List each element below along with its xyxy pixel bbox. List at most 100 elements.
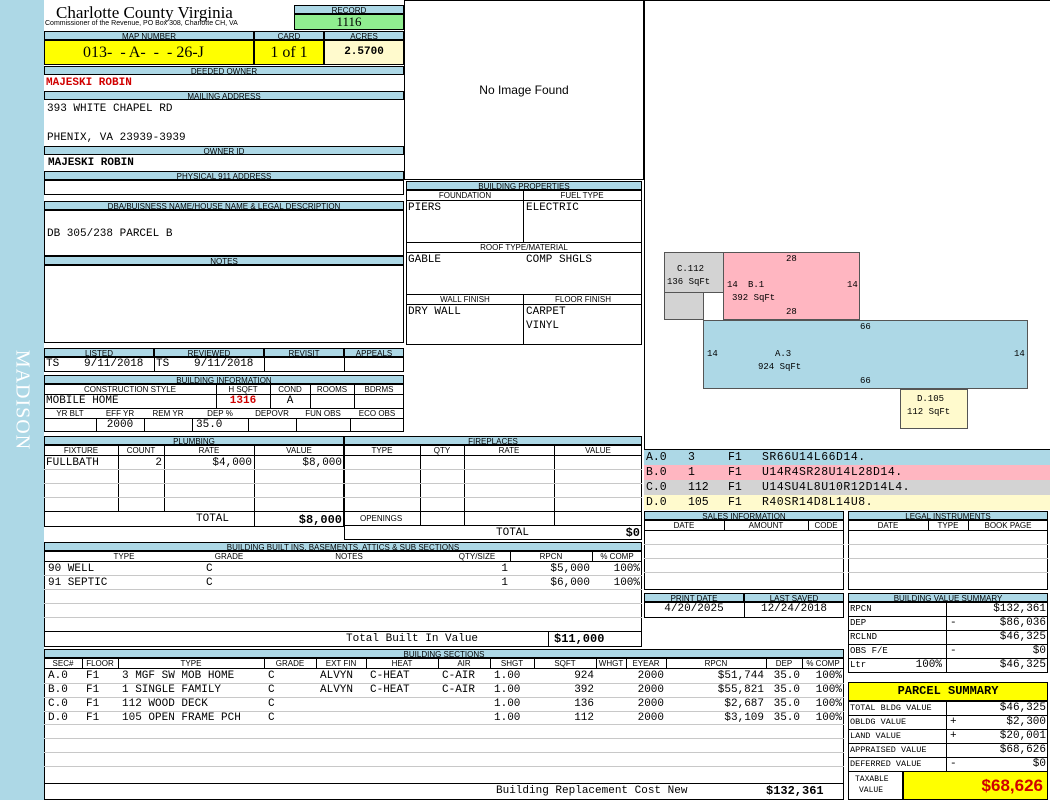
floor-finish-1: CARPET xyxy=(526,306,566,318)
building-properties-box xyxy=(406,190,642,345)
sales-col-date: DATE xyxy=(673,521,695,530)
deeded-owner-label: DEEDED OWNER xyxy=(44,66,404,75)
section-cell-heat: C-HEAT xyxy=(370,670,410,682)
foundation-label: FOUNDATION xyxy=(438,191,492,200)
cond-label: COND xyxy=(278,385,302,394)
sections-col-header: TYPE xyxy=(180,659,202,668)
sections-col-header: EXT FIN xyxy=(325,659,357,668)
builtin-comp-2: 100% xyxy=(613,577,640,589)
section-cell-sec: D.0 xyxy=(48,712,68,724)
address-line-2: PHENIX, VA 23939-3939 xyxy=(47,132,186,144)
column-divider xyxy=(946,743,947,758)
revisit-label: REVISIT xyxy=(264,348,344,357)
listed-date: 9/11/2018 xyxy=(84,358,144,370)
vector-row: C.0 112 F1 U14SU4L8U10R12D14L4. xyxy=(644,480,1050,495)
vector-code: U14R4SR28U14L28D14. xyxy=(762,466,903,479)
sections-total-label: Building Replacement Cost New xyxy=(496,785,688,797)
column-divider xyxy=(118,658,119,668)
builtin-grade-1: C xyxy=(206,563,213,575)
taxable-label-1: TAXABLE xyxy=(855,775,889,784)
print-date: 4/20/2025 xyxy=(664,603,724,615)
vector-code: SR66U14L66D14. xyxy=(762,451,866,464)
value-summary-label: RCLND xyxy=(850,632,878,642)
sections-col-header: SQFT xyxy=(554,659,576,668)
vector-floor: F1 xyxy=(728,451,742,464)
builtins-col-comp: % COMP xyxy=(600,552,634,561)
sections-col-header: WHGT xyxy=(598,659,624,668)
reviewed-label: REVIEWED xyxy=(154,348,264,357)
no-image-text: No Image Found xyxy=(479,83,569,97)
builtins-col-grade: GRADE xyxy=(214,552,244,561)
builtins-col-rpcn: RPCN xyxy=(539,552,563,561)
section-cell-sqft: 392 xyxy=(574,684,594,696)
building-properties-title: BUILDING PROPERTIES xyxy=(406,181,642,190)
fireplaces-total-label: TOTAL xyxy=(496,527,530,539)
section-cell-sqft: 112 xyxy=(574,712,594,724)
plumbing-title: PLUMBING xyxy=(44,436,344,445)
legal-col-type: TYPE xyxy=(937,521,959,530)
reviewed-by: TS xyxy=(156,358,170,370)
floor-finish-label: FLOOR FINISH xyxy=(554,295,611,304)
builtin-type-1: 90 WELL xyxy=(48,563,95,575)
building-info-title: BUILDING INFORMATION xyxy=(44,375,404,384)
column-divider xyxy=(666,658,667,668)
builtins-col-type: TYPE xyxy=(113,552,135,561)
builtin-qty-1: 1 xyxy=(501,563,508,575)
section-cell-rpcn: $55,821 xyxy=(717,684,764,696)
taxable-value: $68,626 xyxy=(903,771,1048,800)
construction-style-label: CONSTRUCTION STYLE xyxy=(83,385,176,394)
wall-finish-label: WALL FINISH xyxy=(440,295,490,304)
reviewed-date: 9/11/2018 xyxy=(194,358,254,370)
section-cell-comp: 100% xyxy=(815,698,842,710)
floor-finish-2: VINYL xyxy=(526,320,560,332)
sections-col-header: DEP xyxy=(775,659,793,668)
map-number-label: MAP NUMBER xyxy=(44,31,254,40)
sketch-c-label: C.112 xyxy=(677,264,705,274)
vector-row: A.0 3 F1 SR66U14L66D14. xyxy=(644,450,1050,465)
fireplaces-title: FIREPLACES xyxy=(344,436,642,445)
section-cell-sqft: 136 xyxy=(574,698,594,710)
section-cell-sqft: 924 xyxy=(574,670,594,682)
notes-box xyxy=(44,265,404,343)
sections-col-header: AIR xyxy=(457,659,471,668)
column-divider xyxy=(946,658,947,673)
vector-count: 105 xyxy=(688,496,709,509)
plumbing-count: 2 xyxy=(155,457,162,469)
section-cell-floor: F1 xyxy=(86,698,100,710)
foundation-value: PIERS xyxy=(408,202,442,214)
parcel-summary-label: TOTAL BLDG VALUE xyxy=(850,703,932,713)
column-divider xyxy=(626,658,627,668)
roof-type: GABLE xyxy=(408,254,442,266)
fuel-value: ELECTRIC xyxy=(526,202,579,214)
legal-col-bookpage: BOOK PAGE xyxy=(984,521,1032,530)
photo-area: No Image Found xyxy=(404,0,644,180)
sales-title: SALES INFORMATION xyxy=(644,511,844,520)
section-cell-eyear: 2000 xyxy=(637,670,664,682)
fireplace-col-qty: QTY xyxy=(433,446,451,455)
parcel-summary-value: $46,325 xyxy=(999,702,1046,714)
parcel-summary-label: OBLDG VALUE xyxy=(850,717,907,727)
section-cell-type: 105 OPEN FRAME PCH xyxy=(122,712,241,724)
value-summary-value: $132,361 xyxy=(993,603,1046,615)
sales-col-amount: AMOUNT xyxy=(748,521,784,530)
parcel-summary-sign: - xyxy=(950,758,957,770)
column-divider xyxy=(438,658,439,668)
parcel-summary-sign: + xyxy=(950,730,957,742)
eff-yr-value: 2000 xyxy=(106,419,134,431)
section-cell-floor: F1 xyxy=(86,670,100,682)
plumbing-col-value: VALUE xyxy=(286,446,312,455)
district-sidebar: MADISON xyxy=(0,0,44,800)
builtin-grade-2: C xyxy=(206,577,213,589)
section-cell-ext: ALVYN xyxy=(320,670,354,682)
section-cell-sec: C.0 xyxy=(48,698,68,710)
column-divider xyxy=(366,658,367,668)
sketch-a-label: A.3 xyxy=(775,349,792,359)
column-divider xyxy=(316,658,317,668)
mailing-address-label: MAILING ADDRESS xyxy=(44,91,404,100)
sketch-a-right: 14 xyxy=(1014,349,1025,359)
cond-value: A xyxy=(286,395,294,407)
builtins-total: $11,000 xyxy=(554,632,605,646)
parcel-summary-value: $68,626 xyxy=(999,744,1046,756)
plumbing-col-fixture: FIXTURE xyxy=(63,446,99,455)
plumbing-rate: $4,000 xyxy=(212,457,252,469)
